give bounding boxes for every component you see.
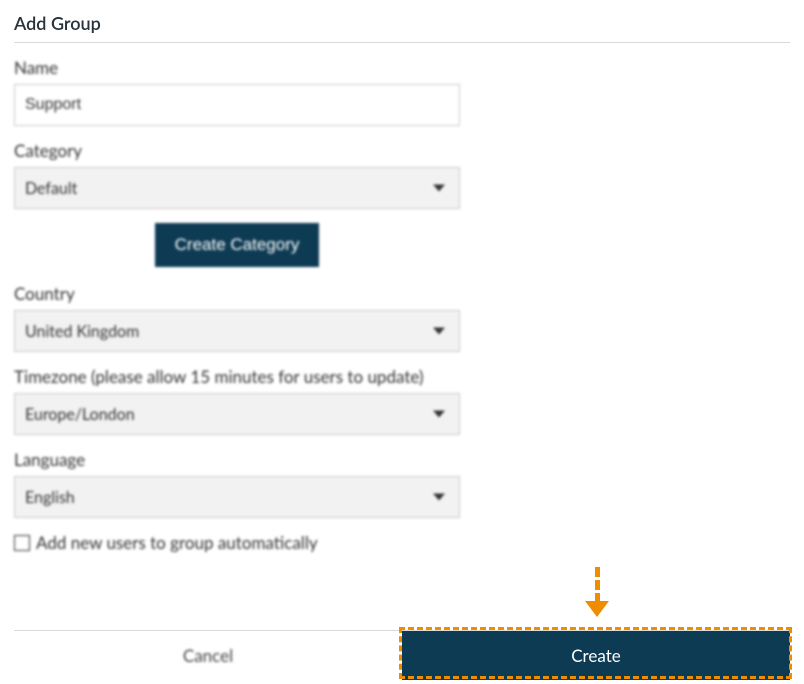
chevron-down-icon [433, 328, 445, 335]
checkbox-icon [14, 535, 30, 551]
name-label: Name [14, 57, 790, 78]
auto-add-checkbox-row[interactable]: Add new users to group automatically [14, 532, 790, 553]
create-category-button[interactable]: Create Category [155, 223, 320, 267]
category-label: Category [14, 140, 790, 161]
category-select[interactable]: Default [14, 167, 460, 209]
timezone-select[interactable]: Europe/London [14, 393, 460, 435]
chevron-down-icon [433, 494, 445, 501]
chevron-down-icon [433, 411, 445, 418]
auto-add-label: Add new users to group automatically [36, 532, 318, 553]
country-label: Country [14, 283, 790, 304]
chevron-down-icon [433, 185, 445, 192]
language-select[interactable]: English [14, 476, 460, 518]
create-button[interactable]: Create [402, 631, 790, 680]
footer: Cancel Create [14, 630, 790, 680]
timezone-value: Europe/London [25, 405, 135, 424]
language-label: Language [14, 449, 790, 470]
language-value: English [25, 488, 75, 507]
annotation-arrow-icon [585, 567, 609, 617]
timezone-label: Timezone (please allow 15 minutes for us… [14, 366, 790, 387]
cancel-button[interactable]: Cancel [14, 631, 402, 680]
category-value: Default [25, 179, 77, 198]
name-input[interactable] [14, 84, 460, 126]
country-value: United Kingdom [25, 322, 139, 341]
country-select[interactable]: United Kingdom [14, 310, 460, 352]
page-title: Add Group [14, 10, 790, 42]
divider [14, 42, 790, 43]
